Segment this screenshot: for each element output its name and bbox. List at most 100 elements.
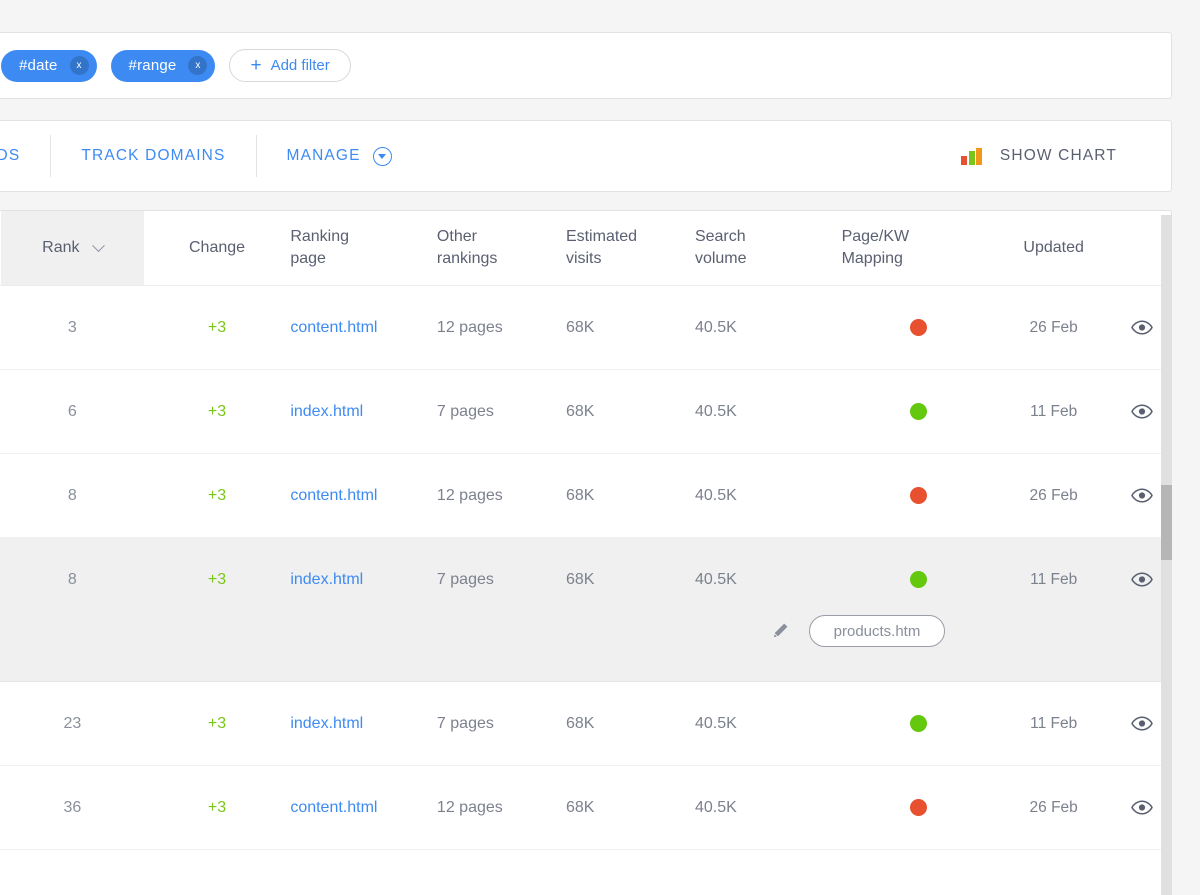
filter-chip-label: #date: [19, 57, 58, 74]
mapping-status-dot[interactable]: [909, 571, 927, 588]
mapped-page-chip[interactable]: products.htm: [809, 615, 945, 647]
change-value: +3: [207, 402, 227, 420]
table-row[interactable]: 36 +3 content.html 12 pages 68K 40.5K 26 Feb: [0, 766, 1171, 850]
cell-estimated-visits: 68K: [566, 454, 695, 537]
column-header-other-rankings[interactable]: Other rankings: [437, 211, 566, 285]
other-rankings-value: 7 pages: [436, 402, 494, 420]
estimated-visits-value: 68K: [565, 570, 595, 588]
rank-value: 8: [67, 570, 77, 588]
search-volume-value: 40.5K: [694, 318, 737, 336]
table-row-selected[interactable]: 8 +3 index.html 7 pages 68K 40.5K 11 Feb: [0, 538, 1171, 621]
table-row[interactable]: 8 +3 index.html 7 pages 68K 40.5K 11 Feb produc…: [0, 538, 1171, 682]
search-volume-value: 40.5K: [694, 402, 737, 420]
column-header-estimated-visits[interactable]: Estimated visits: [566, 211, 695, 285]
tab-manage[interactable]: MANAGE: [255, 135, 422, 177]
updated-value: 11 Feb: [1030, 570, 1078, 588]
cell-other-rankings: 12 pages: [437, 454, 566, 537]
column-header-label: Page/KW Mapping: [841, 228, 910, 267]
cell-rank: 6: [1, 370, 144, 453]
search-volume-value: 40.5K: [694, 570, 737, 588]
estimated-visits-value: 68K: [565, 402, 595, 420]
remove-filter-icon[interactable]: x: [69, 56, 89, 75]
cell-updated: 26 Feb: [995, 286, 1112, 369]
table-row[interactable]: 8 +3 content.html 12 pages 68K 40.5K 26 Feb: [0, 454, 1171, 538]
ranking-page-link[interactable]: content.html: [290, 799, 377, 817]
tab-keywords[interactable]: ORDS: [0, 135, 50, 177]
cell-rank: 23: [1, 682, 144, 765]
cell-other-rankings: 7 pages: [437, 682, 566, 765]
table-row[interactable]: 8 +3 content.html 12 pages 68K 40.5K 26 Feb: [0, 454, 1171, 538]
cell-other-rankings: 7 pages: [437, 370, 566, 453]
table-header-row: Rank Change Ranking page Other rankings Es…: [0, 211, 1171, 286]
eye-icon[interactable]: [1130, 572, 1153, 587]
table-row[interactable]: 6 +3 index.html 7 pages 68K 40.5K 11 Feb: [0, 370, 1171, 454]
eye-icon[interactable]: [1130, 404, 1153, 419]
cell-change: +3: [144, 370, 291, 453]
column-header-page-kw-mapping[interactable]: Page/KW Mapping: [842, 211, 995, 285]
column-header-ranking-page[interactable]: Ranking page: [290, 211, 437, 285]
table-row[interactable]: 36 +3 content.html 12 pages 68K 40.5K 26 Feb: [0, 766, 1171, 850]
change-value: +3: [207, 798, 227, 816]
change-value: +3: [207, 486, 227, 504]
cell-ranking-page: content.html: [290, 766, 437, 849]
section-tabs-bar: ORDS TRACK DOMAINS MANAGE SHOW CHART: [0, 120, 1172, 192]
mapping-status-dot[interactable]: [909, 715, 927, 732]
show-chart-button[interactable]: SHOW CHART: [961, 147, 1117, 165]
table-row[interactable]: 3 +3 content.html 12 pages 68K 40.5K 26 Feb: [0, 286, 1171, 370]
cell-page-kw-mapping: [842, 682, 995, 765]
cell-rank: 8: [1, 454, 144, 537]
add-filter-button[interactable]: + Add filter: [229, 49, 351, 82]
cell-other-rankings: 12 pages: [437, 286, 566, 369]
ranking-page-link[interactable]: index.html: [290, 715, 363, 733]
tab-track-domains[interactable]: TRACK DOMAINS: [50, 135, 255, 177]
section-tabs: ORDS TRACK DOMAINS MANAGE: [0, 135, 422, 177]
ranking-page-link[interactable]: index.html: [290, 403, 363, 421]
table-body: 3 +3 content.html 12 pages 68K 40.5K 26 Feb 6 +3…: [0, 286, 1171, 850]
eye-icon[interactable]: [1130, 320, 1153, 335]
mapping-status-dot[interactable]: [909, 403, 927, 420]
mapping-status-dot[interactable]: [909, 319, 927, 336]
column-header-search-volume[interactable]: Search volume: [695, 211, 842, 285]
cell-ranking-page: index.html: [290, 682, 437, 765]
cell-ranking-page: content.html: [290, 454, 437, 537]
cell-search-volume: 40.5K: [695, 538, 842, 621]
column-header-updated[interactable]: Updated: [995, 211, 1112, 285]
table-row[interactable]: 6 +3 index.html 7 pages 68K 40.5K 11 Feb: [0, 370, 1171, 454]
column-header-rank[interactable]: Rank: [1, 211, 144, 285]
ranking-page-link[interactable]: index.html: [290, 571, 363, 589]
table-scrollbar-thumb[interactable]: [1161, 485, 1172, 560]
cell-other-rankings: 7 pages: [437, 538, 566, 621]
eye-icon[interactable]: [1130, 488, 1153, 503]
updated-value: 26 Feb: [1029, 798, 1078, 816]
edit-pencil-icon[interactable]: [771, 622, 809, 640]
cell-updated: 26 Feb: [995, 766, 1112, 849]
cell-page-kw-mapping: [842, 538, 995, 621]
app-page: #date x #range x + Add filter ORDS TRACK…: [0, 0, 1200, 895]
other-rankings-value: 12 pages: [436, 318, 503, 336]
table-scrollbar-track[interactable]: [1161, 215, 1172, 895]
updated-value: 11 Feb: [1030, 402, 1078, 420]
tab-label: MANAGE: [286, 147, 361, 164]
other-rankings-value: 7 pages: [436, 570, 494, 588]
eye-icon[interactable]: [1130, 716, 1153, 731]
other-rankings-value: 7 pages: [436, 714, 494, 732]
other-rankings-value: 12 pages: [436, 798, 503, 816]
ranking-page-link[interactable]: content.html: [290, 487, 377, 505]
bar-chart-icon: [961, 147, 984, 165]
estimated-visits-value: 68K: [565, 798, 595, 816]
table-row[interactable]: 3 +3 content.html 12 pages 68K 40.5K 26 Feb: [0, 286, 1171, 370]
eye-icon[interactable]: [1130, 800, 1153, 815]
mapping-status-dot[interactable]: [909, 487, 927, 504]
column-header-change[interactable]: Change: [144, 211, 291, 285]
cell-search-volume: 40.5K: [695, 454, 842, 537]
table-row[interactable]: 23 +3 index.html 7 pages 68K 40.5K 11 Feb: [0, 682, 1171, 766]
mapping-status-dot[interactable]: [909, 799, 927, 816]
remove-filter-icon[interactable]: x: [188, 56, 208, 75]
rank-value: 3: [67, 318, 77, 336]
table-row[interactable]: 23 +3 index.html 7 pages 68K 40.5K 11 Feb: [0, 682, 1171, 766]
cell-page-kw-mapping: [842, 766, 995, 849]
filter-chip-range[interactable]: #range x: [110, 49, 216, 82]
filter-chip-date[interactable]: #date x: [1, 49, 97, 82]
chevron-down-icon[interactable]: [372, 146, 392, 166]
ranking-page-link[interactable]: content.html: [290, 319, 377, 337]
